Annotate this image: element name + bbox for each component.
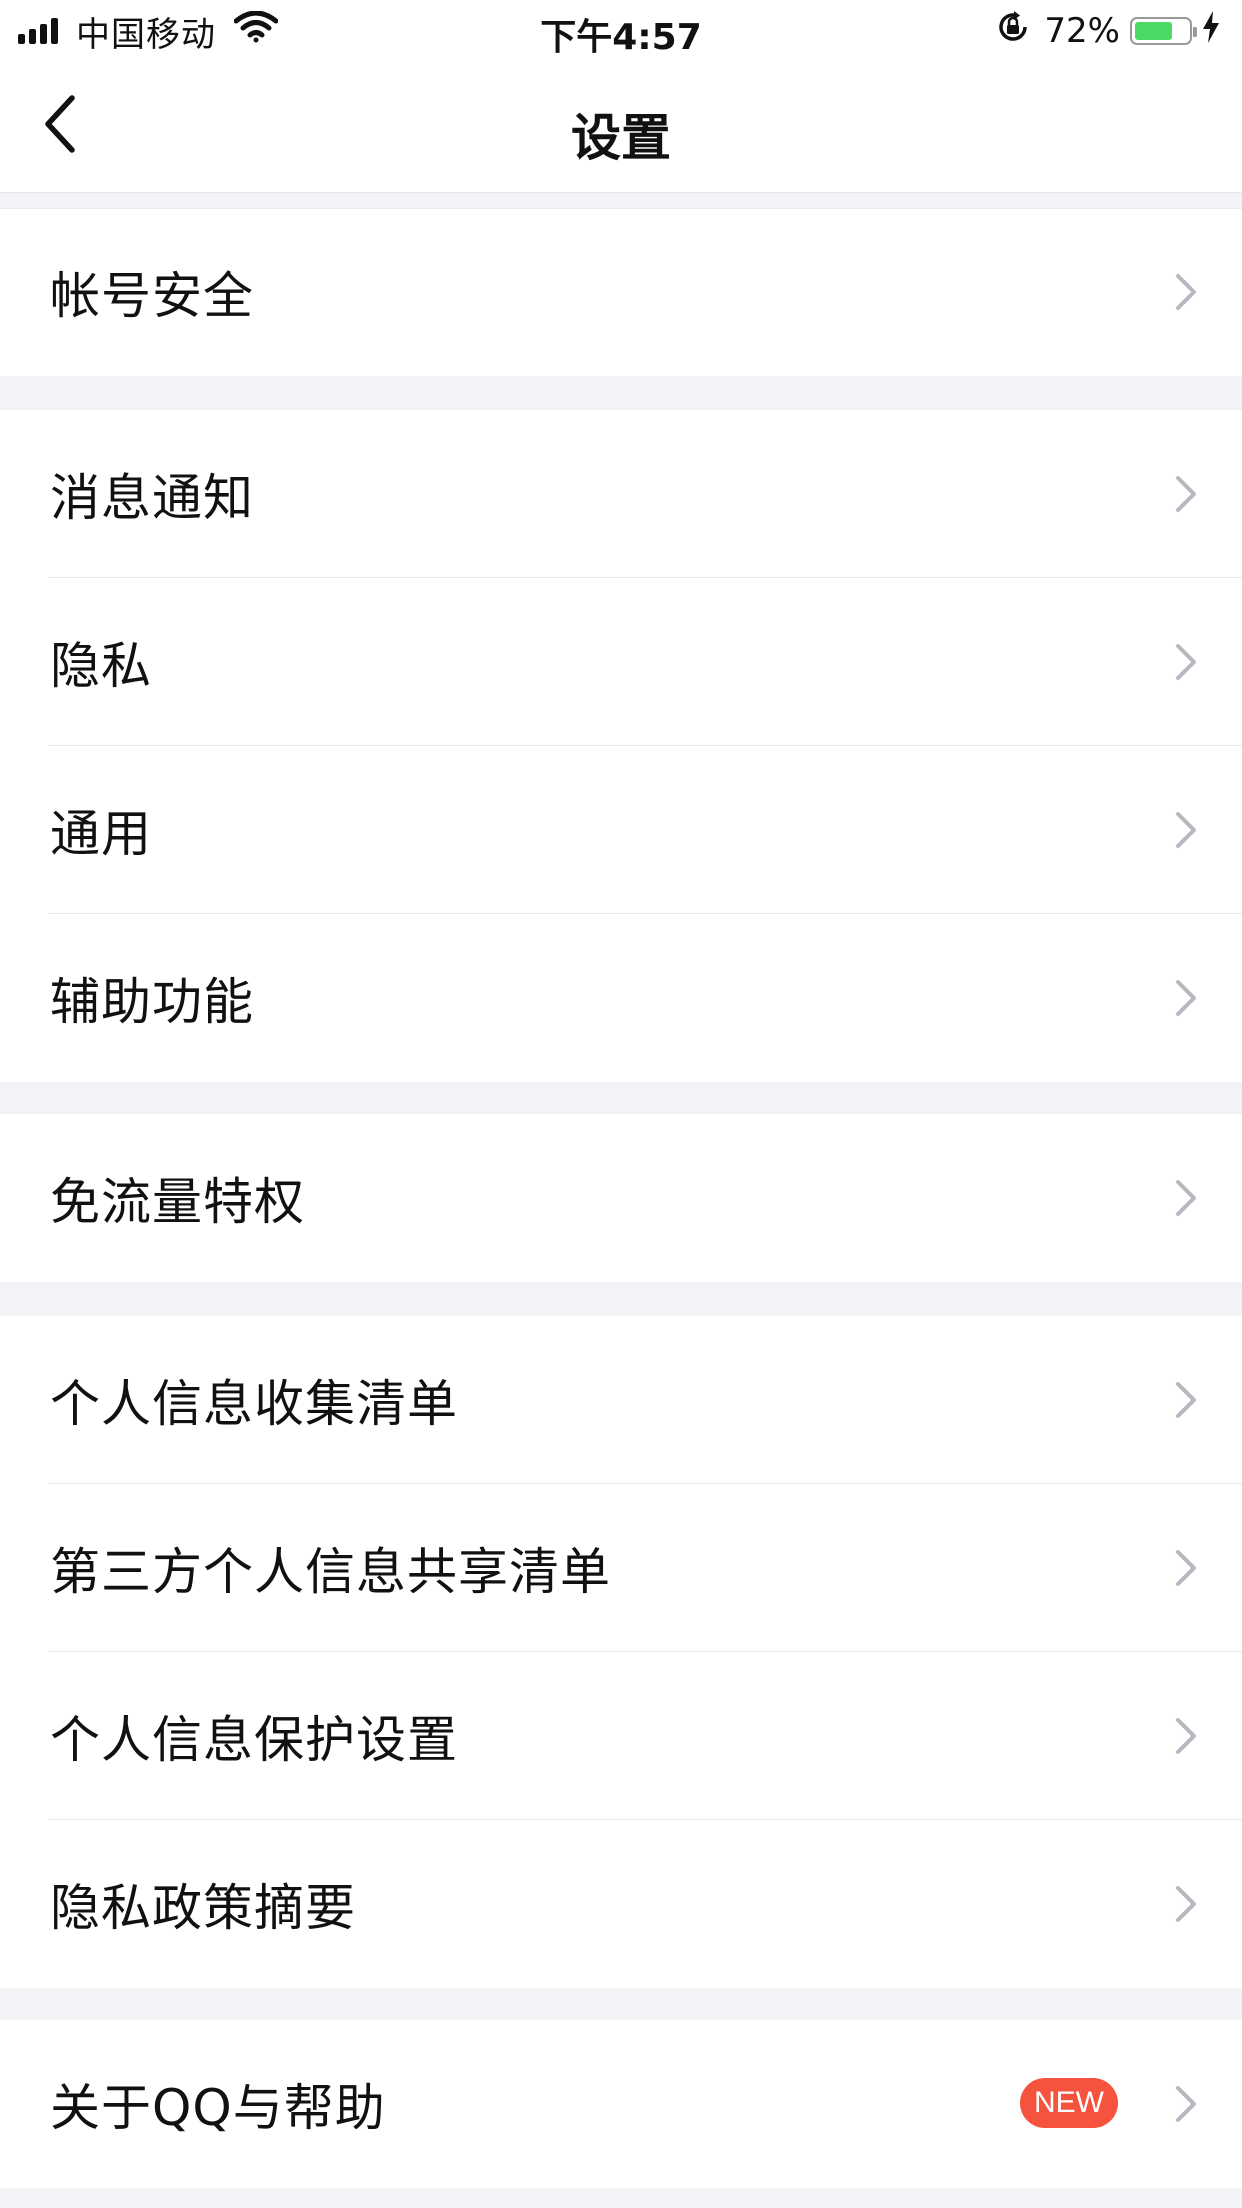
status-bar: 中国移动 下午4:57 72%: [0, 0, 1242, 62]
settings-section-general: 消息通知 隐私 通用 辅助功能: [0, 410, 1242, 1082]
settings-item-label: 个人信息收集清单: [50, 1375, 458, 1433]
settings-item-data-free-privilege[interactable]: 免流量特权: [0, 1114, 1242, 1282]
rotation-lock-icon: [996, 10, 1030, 53]
settings-item-label: 消息通知: [50, 469, 254, 527]
settings-item-general[interactable]: 通用: [0, 746, 1242, 914]
chevron-right-icon: [1176, 644, 1196, 680]
settings-item-third-party-sharing[interactable]: 第三方个人信息共享清单: [0, 1484, 1242, 1652]
battery-percent: 72%: [1044, 11, 1120, 51]
settings-section-account: 帐号安全: [0, 208, 1242, 376]
divider: [0, 208, 1242, 209]
settings-item-label: 通用: [50, 805, 152, 863]
settings-item-privacy[interactable]: 隐私: [0, 578, 1242, 746]
chevron-right-icon: [1176, 1382, 1196, 1418]
chevron-right-icon: [1176, 1718, 1196, 1754]
battery-level-fill: [1135, 22, 1172, 40]
chevron-right-icon: [1176, 812, 1196, 848]
chevron-right-icon: [1176, 2086, 1196, 2122]
settings-item-label: 免流量特权: [50, 1173, 305, 1231]
settings-item-account-security[interactable]: 帐号安全: [0, 208, 1242, 376]
chevron-right-icon: [1176, 980, 1196, 1016]
chevron-right-icon: [1176, 274, 1196, 310]
settings-item-label: 隐私政策摘要: [50, 1879, 356, 1937]
chevron-right-icon: [1176, 1886, 1196, 1922]
chevron-right-icon: [1176, 1550, 1196, 1586]
charging-bolt-icon: [1202, 10, 1220, 52]
settings-item-label: 隐私: [50, 637, 152, 695]
settings-item-label: 第三方个人信息共享清单: [50, 1543, 611, 1601]
settings-item-personal-info-collection[interactable]: 个人信息收集清单: [0, 1316, 1242, 1484]
settings-section-data-free: 免流量特权: [0, 1114, 1242, 1282]
settings-item-label: 帐号安全: [50, 267, 254, 325]
settings-item-label: 关于QQ与帮助: [50, 2079, 386, 2137]
settings-item-label: 个人信息保护设置: [50, 1711, 458, 1769]
settings-item-privacy-policy-summary[interactable]: 隐私政策摘要: [0, 1820, 1242, 1988]
settings-item-about-qq-help[interactable]: 关于QQ与帮助 NEW: [0, 2020, 1242, 2188]
settings-item-personal-info-protection[interactable]: 个人信息保护设置: [0, 1652, 1242, 1820]
chevron-right-icon: [1176, 1180, 1196, 1216]
battery-icon: [1130, 17, 1197, 45]
settings-item-accessibility[interactable]: 辅助功能: [0, 914, 1242, 1082]
chevron-right-icon: [1176, 476, 1196, 512]
settings-item-label: 辅助功能: [50, 973, 254, 1031]
page-title: 设置: [571, 109, 671, 167]
settings-item-notifications[interactable]: 消息通知: [0, 410, 1242, 578]
new-badge: NEW: [1020, 2078, 1118, 2128]
navigation-bar: 设置: [0, 62, 1242, 193]
settings-section-personal-info: 个人信息收集清单 第三方个人信息共享清单 个人信息保护设置 隐私政策摘要: [0, 1316, 1242, 1988]
settings-section-about: 关于QQ与帮助 NEW: [0, 2020, 1242, 2188]
